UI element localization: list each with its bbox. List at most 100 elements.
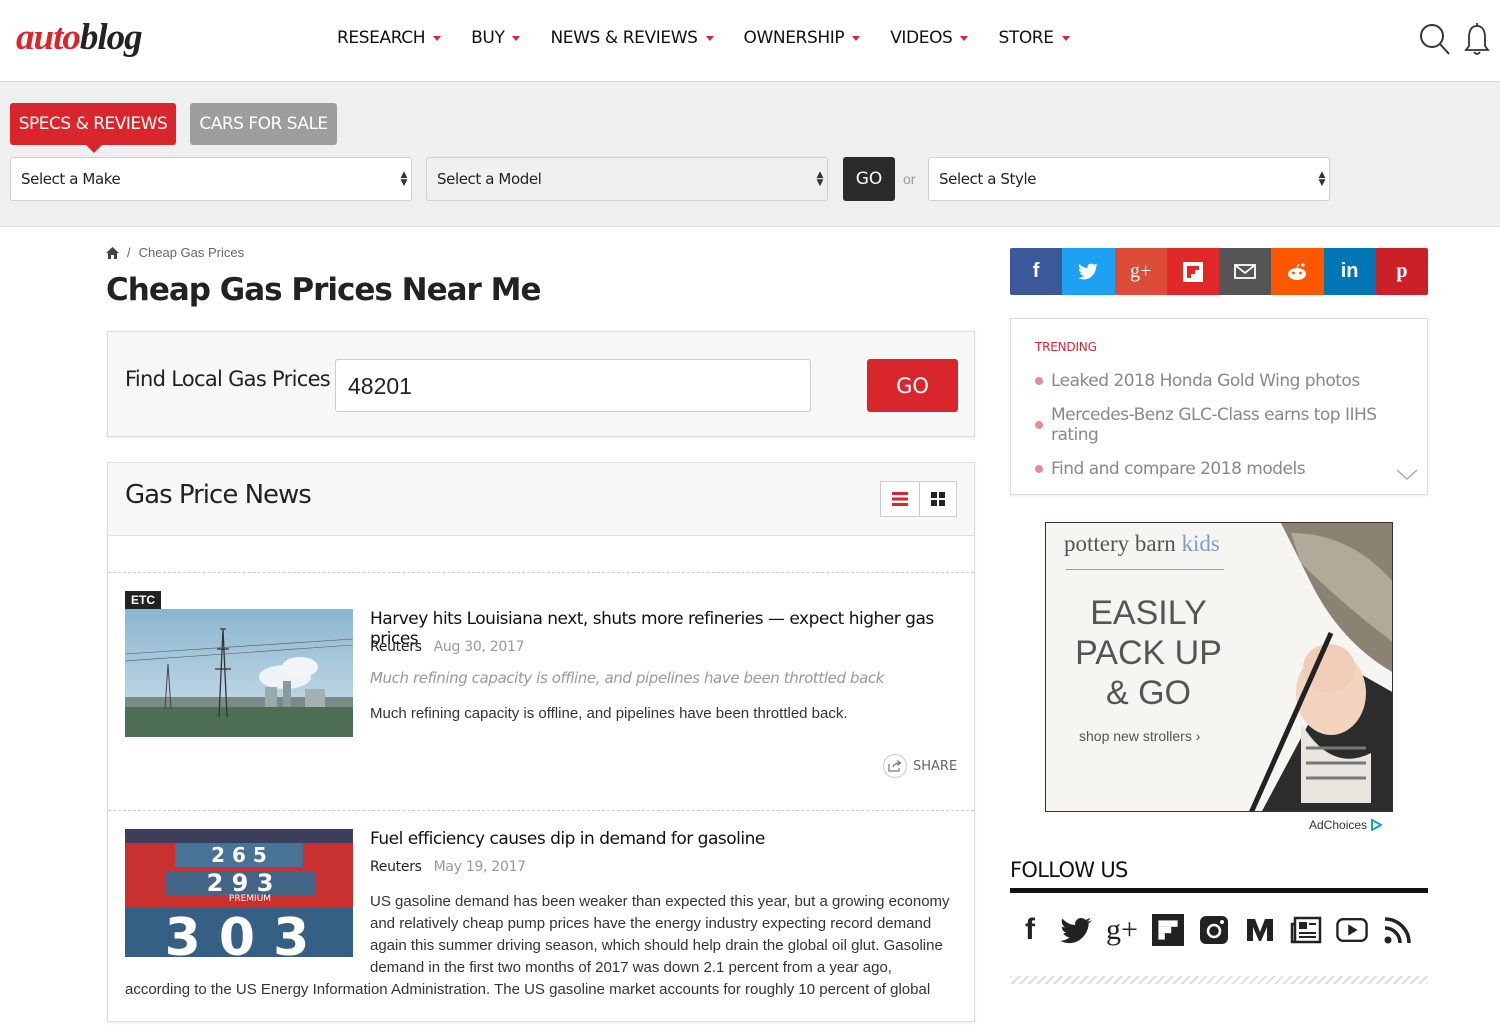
main-nav: RESEARCH BUY NEWS & REVIEWS OWNERSHIP VI… (337, 28, 1100, 48)
list-item: 2 6 5 2 9 3 PREMIUM 3 0 3 Fuel efficienc… (125, 829, 965, 1029)
trending-item[interactable]: Find and compare 2018 models (1035, 459, 1427, 479)
rss-icon[interactable] (1382, 912, 1414, 948)
nav-label: OWNERSHIP (743, 28, 845, 48)
trending-list: Leaked 2018 Honda Gold Wing photos Merce… (1035, 371, 1427, 493)
breadcrumb-current: Cheap Gas Prices (138, 245, 245, 260)
breadcrumb: / Cheap Gas Prices (106, 245, 244, 260)
medium-icon[interactable] (1244, 912, 1276, 948)
pinterest-icon[interactable]: p (1375, 248, 1428, 295)
article-body-continued: according to the US Energy Information A… (125, 981, 931, 998)
adchoices-icon (1371, 819, 1383, 831)
flipboard-icon[interactable] (1166, 248, 1219, 295)
nav-label: BUY (471, 28, 505, 48)
caret-down-icon (512, 35, 521, 41)
zip-code-input[interactable]: 48201 (335, 359, 811, 412)
gas-search-label: Find Local Gas Prices (125, 367, 331, 391)
top-header: autoblog RESEARCH BUY NEWS & REVIEWS OWN… (0, 0, 1500, 82)
share-bar: f g+ in p (1010, 248, 1428, 295)
twitter-icon[interactable] (1060, 912, 1092, 948)
divider (108, 572, 974, 573)
facebook-icon[interactable]: f (1010, 248, 1063, 295)
nav-ownership[interactable]: OWNERSHIP (744, 28, 861, 48)
article-date: Aug 30, 2017 (433, 639, 525, 655)
nav-label: NEWS & REVIEWS (550, 28, 698, 48)
select-arrows-icon: ▲ ▼ (400, 170, 407, 188)
advertisement[interactable]: pottery barn kids EASILY PACK UP & GO sh… (1045, 522, 1393, 812)
instagram-icon[interactable] (1198, 912, 1230, 948)
grid-view-icon[interactable] (918, 482, 957, 516)
linkedin-icon[interactable]: in (1323, 248, 1376, 295)
svg-text:2 9 3: 2 9 3 (207, 869, 274, 897)
ad-cta[interactable]: shop new strollers › (1079, 728, 1200, 744)
bell-icon[interactable] (1463, 22, 1491, 56)
google-plus-icon[interactable]: g+ (1114, 248, 1167, 295)
facebook-icon[interactable]: f (1014, 912, 1046, 948)
select-arrows-icon: ▲ ▼ (816, 170, 823, 188)
select-model[interactable]: Select a Model ▲ ▼ (426, 157, 828, 201)
twitter-icon[interactable] (1062, 248, 1115, 295)
nav-buy[interactable]: BUY (471, 28, 521, 48)
follow-rule (1010, 888, 1428, 893)
article-source: Reuters (370, 859, 422, 875)
nav-label: STORE (998, 28, 1054, 48)
trending-label: TRENDING (1035, 340, 1097, 354)
autoblog-logo[interactable]: autoblog (16, 16, 143, 59)
tab-cars-for-sale[interactable]: CARS FOR SALE (190, 103, 337, 145)
nav-store[interactable]: STORE (998, 28, 1070, 48)
view-toggle (880, 481, 957, 517)
select-make[interactable]: Select a Make ▲ ▼ (10, 157, 412, 201)
list-view-icon[interactable] (881, 482, 919, 516)
caret-down-icon (705, 35, 714, 41)
news-title: Gas Price News (125, 480, 312, 510)
select-model-value: Select a Model (437, 170, 542, 188)
tab-specs-reviews[interactable]: SPECS & REVIEWS (10, 103, 176, 153)
logo-part-auto: auto (16, 17, 81, 58)
adchoices-label: AdChoices (1309, 818, 1368, 832)
svg-text:3 0 3: 3 0 3 (165, 908, 310, 957)
article-date: May 19, 2017 (433, 859, 526, 875)
nav-news-reviews[interactable]: NEWS & REVIEWS (550, 28, 714, 48)
chevron-down-icon[interactable] (1396, 469, 1418, 481)
home-icon[interactable] (106, 246, 119, 259)
trending-item[interactable]: Leaked 2018 Honda Gold Wing photos (1035, 371, 1427, 391)
article-thumbnail[interactable]: 2 6 5 2 9 3 PREMIUM 3 0 3 (125, 829, 353, 957)
ad-brand-name: pottery barn (1064, 531, 1176, 556)
flipboard-icon[interactable] (1152, 912, 1184, 948)
nav-videos[interactable]: VIDEOS (890, 28, 969, 48)
gas-price-news: Gas Price News ETC Harvey hits Louisiana… (107, 462, 975, 1022)
select-style[interactable]: Select a Style ▲ ▼ (928, 157, 1330, 201)
article-source: Reuters (370, 639, 422, 655)
follow-icons: f g+ (1014, 912, 1414, 948)
gas-search-go-button[interactable]: GO (867, 359, 958, 412)
email-icon[interactable] (1219, 248, 1272, 295)
category-badge[interactable]: ETC (125, 591, 161, 609)
article-title[interactable]: Fuel efficiency causes dip in demand for… (370, 829, 765, 849)
search-icon[interactable] (1418, 22, 1450, 56)
newsletter-icon[interactable] (1290, 912, 1322, 948)
logo-part-blog: blog (79, 17, 143, 58)
adchoices-link[interactable]: AdChoices (1309, 818, 1383, 832)
google-plus-icon[interactable]: g+ (1106, 912, 1138, 948)
ad-brand: pottery barn kids (1064, 531, 1220, 557)
article-meta: Reuters Aug 30, 2017 (370, 639, 524, 655)
youtube-icon[interactable] (1336, 912, 1368, 948)
trending-box: TRENDING Leaked 2018 Honda Gold Wing pho… (1010, 318, 1428, 495)
share-button[interactable]: SHARE (883, 754, 957, 778)
follow-us-heading: FOLLOW US (1010, 858, 1128, 882)
nav-label: RESEARCH (337, 28, 426, 48)
article-dek: Much refining capacity is offline, and p… (370, 669, 885, 687)
stroller-image (1249, 523, 1392, 811)
ad-headline: EASILY PACK UP & GO (1075, 594, 1222, 712)
article-body: US gasoline demand has been weaker than … (370, 893, 950, 976)
nav-research[interactable]: RESEARCH (337, 28, 442, 48)
select-style-value: Select a Style (939, 170, 1037, 188)
article-thumbnail[interactable] (125, 609, 353, 737)
reddit-icon[interactable] (1271, 248, 1324, 295)
decorative-divider (1010, 976, 1428, 984)
ad-brand-accent: kids (1181, 531, 1220, 556)
article-body: Much refining capacity is offline, and p… (370, 705, 848, 722)
trending-item[interactable]: Mercedes-Benz GLC-Class earns top IIHS r… (1035, 405, 1427, 445)
divider (108, 810, 974, 811)
finder-go-button[interactable]: GO (843, 157, 895, 201)
svg-text:PREMIUM: PREMIUM (229, 894, 271, 904)
